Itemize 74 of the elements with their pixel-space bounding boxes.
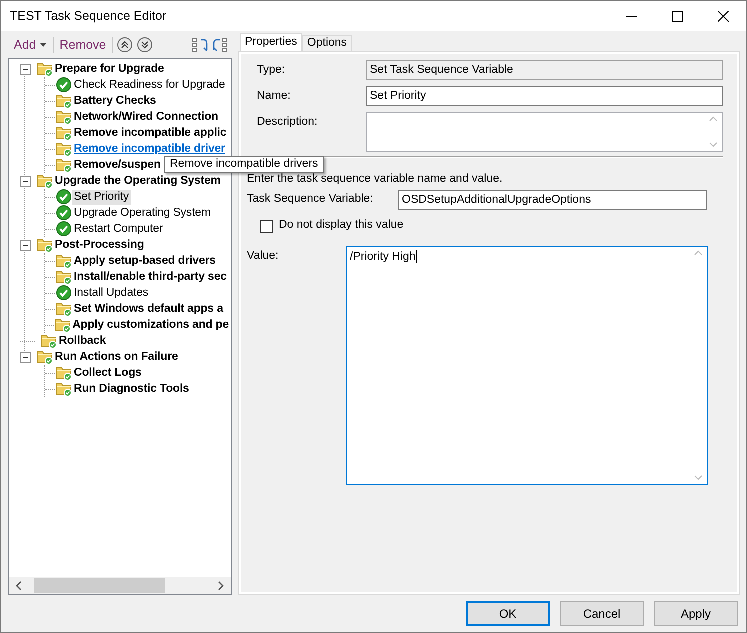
collapse-icon[interactable] bbox=[20, 352, 31, 362]
check-icon bbox=[56, 221, 72, 237]
instruction-text: Enter the task sequence variable name and value. bbox=[247, 173, 503, 185]
folder-check-icon bbox=[56, 253, 72, 269]
tree-item[interactable]: Collect Logs bbox=[72, 366, 144, 380]
check-icon bbox=[56, 205, 72, 221]
folder-check-icon bbox=[56, 365, 72, 381]
folder-check-icon bbox=[56, 381, 72, 397]
tree-item[interactable]: Check Readiness for Upgrade bbox=[72, 78, 228, 92]
tree-item[interactable]: Upgrade the Operating System bbox=[53, 174, 223, 188]
name-label: Name: bbox=[256, 89, 292, 104]
checkbox-label: Do not display this value bbox=[279, 218, 404, 234]
scrollbar-thumb[interactable] bbox=[34, 578, 165, 593]
remove-button[interactable]: Remove bbox=[58, 36, 108, 54]
folder-check-icon bbox=[56, 141, 72, 157]
type-field: Set Task Sequence Variable bbox=[366, 60, 723, 80]
check-icon bbox=[56, 189, 72, 205]
add-dropdown-button[interactable]: Add bbox=[12, 36, 49, 54]
tree-item[interactable]: Upgrade Operating System bbox=[72, 206, 213, 220]
tree-item[interactable]: Remove incompatible applic bbox=[72, 126, 229, 140]
tree-item[interactable]: Install/enable third-party sec bbox=[72, 270, 229, 284]
folder-check-icon bbox=[37, 237, 53, 253]
maximize-icon[interactable] bbox=[672, 10, 682, 22]
tree-item[interactable]: Run Actions on Failure bbox=[53, 350, 180, 364]
checkbox[interactable] bbox=[260, 220, 273, 232]
value-label: Value: bbox=[247, 249, 280, 264]
folder-check-icon bbox=[56, 301, 72, 317]
move-down-icon[interactable] bbox=[137, 37, 154, 53]
move-up-icon[interactable] bbox=[117, 37, 134, 53]
check-icon bbox=[56, 285, 72, 301]
tab[interactable]: Options bbox=[302, 35, 352, 51]
folder-check-icon bbox=[37, 349, 53, 365]
folder-check-icon bbox=[37, 61, 53, 77]
tree-item[interactable]: Apply customizations and pe bbox=[70, 318, 231, 332]
tab[interactable]: Properties bbox=[240, 33, 302, 51]
folder-check-icon bbox=[54, 317, 71, 333]
name-field[interactable]: Set Priority bbox=[366, 86, 723, 106]
dialog-button[interactable]: OK bbox=[466, 601, 550, 626]
tree-item[interactable]: Rollback bbox=[57, 334, 108, 348]
tree-item[interactable]: Restart Computer bbox=[72, 222, 166, 236]
close-icon[interactable] bbox=[718, 10, 728, 22]
window-title: TEST Task Sequence Editor bbox=[10, 8, 168, 25]
tree-item[interactable]: Battery Checks bbox=[72, 94, 158, 108]
collapse-icon[interactable] bbox=[20, 176, 31, 186]
folder-check-icon bbox=[56, 109, 72, 125]
description-label: Description: bbox=[256, 115, 319, 130]
dialog-button[interactable]: Cancel bbox=[560, 601, 644, 626]
collapse-icon[interactable] bbox=[20, 240, 31, 250]
collapse-all-icon[interactable] bbox=[212, 37, 228, 53]
tree-item[interactable]: Post-Processing bbox=[53, 238, 146, 252]
folder-check-icon bbox=[56, 269, 72, 285]
folder-check-icon bbox=[56, 125, 72, 141]
type-label: Type: bbox=[256, 63, 286, 78]
folder-check-icon bbox=[56, 157, 72, 173]
caret-icon bbox=[40, 43, 47, 48]
tree-item[interactable]: Install Updates bbox=[72, 286, 151, 300]
tree-item[interactable]: Run Diagnostic Tools bbox=[72, 382, 192, 396]
tree-item[interactable]: Set Priority bbox=[72, 190, 132, 204]
tree-item[interactable]: Network/Wired Connection bbox=[72, 110, 220, 124]
variable-field[interactable]: OSDSetupAdditionalUpgradeOptions bbox=[398, 190, 707, 210]
folder-check-icon bbox=[56, 93, 72, 109]
tree-item[interactable]: Set Windows default apps a bbox=[72, 302, 226, 316]
check-icon bbox=[56, 77, 72, 93]
tooltip: Remove incompatible drivers bbox=[164, 156, 324, 173]
tree-item[interactable]: Remove incompatible driver bbox=[72, 142, 228, 156]
tree-item[interactable]: Apply setup-based drivers bbox=[72, 254, 218, 268]
dialog-button[interactable]: Apply bbox=[654, 601, 738, 626]
variable-label: Task Sequence Variable: bbox=[247, 192, 374, 208]
folder-check-icon bbox=[41, 333, 57, 349]
tree-item[interactable]: Prepare for Upgrade bbox=[53, 62, 166, 76]
expand-all-icon[interactable] bbox=[192, 37, 208, 53]
collapse-icon[interactable] bbox=[20, 64, 31, 74]
tree-item[interactable]: Remove/suspen bbox=[72, 158, 163, 172]
folder-check-icon bbox=[37, 173, 53, 189]
